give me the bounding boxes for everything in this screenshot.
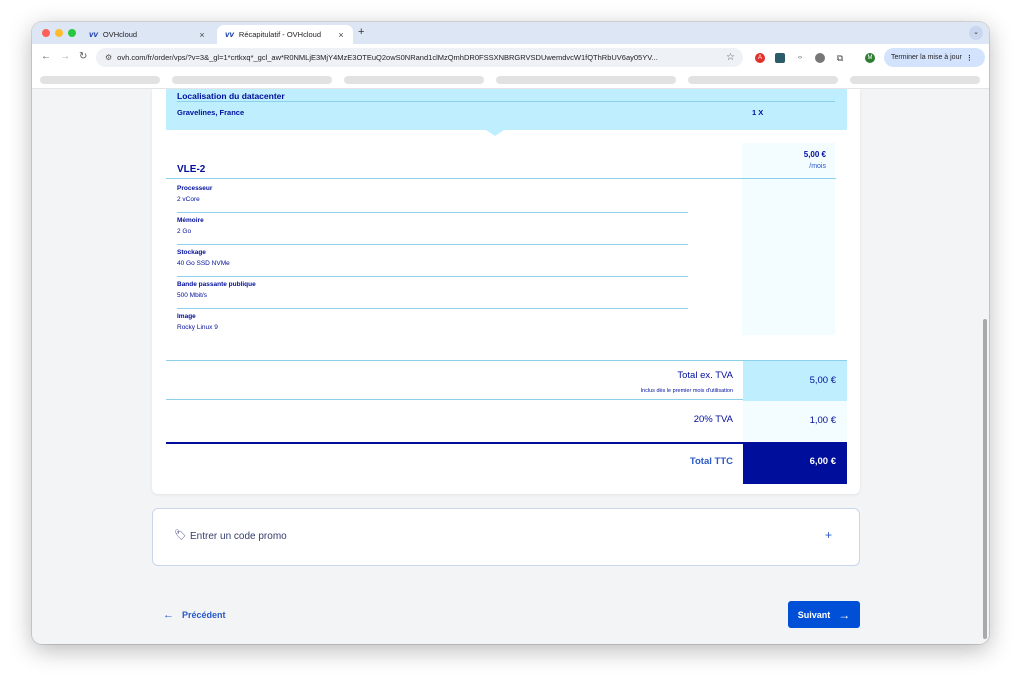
- next-button[interactable]: Suivant →: [788, 601, 860, 628]
- plan-period: /mois: [809, 163, 826, 170]
- total-ttc-value: 6,00 €: [809, 456, 836, 467]
- bookmarks-bar: [32, 71, 989, 89]
- total-ttc-label: Total TTC: [689, 456, 733, 467]
- page-scrollbar[interactable]: [981, 89, 989, 644]
- reload-icon[interactable]: ↻: [79, 51, 87, 62]
- bookmark-item[interactable]: [688, 76, 838, 84]
- total-ex-vat-cell: 5,00 €: [743, 361, 847, 401]
- datacenter-label: Localisation du datacenter: [177, 91, 285, 101]
- tab-recapitulatif[interactable]: vv Récapitulatif - OVHcloud ×: [217, 25, 353, 44]
- browser-window: vv OVHcloud × vv Récapitulatif - OVHclou…: [32, 22, 989, 644]
- section-caret: [486, 130, 504, 136]
- minimize-window-button[interactable]: [55, 29, 63, 37]
- ovhcloud-logo-icon: vv: [225, 30, 234, 39]
- total-ex-vat-label: Total ex. TVA: [677, 370, 733, 381]
- vat-row: 20% TVA 1,00 €: [166, 401, 847, 441]
- browser-toolbar: ← → ↻ ⚙ ovh.com/fr/order/vps/?v=3&_gl=1*…: [32, 44, 989, 71]
- vat-value: 1,00 €: [809, 415, 836, 426]
- profile-avatar[interactable]: M: [865, 53, 875, 63]
- scrollbar-thumb[interactable]: [983, 319, 987, 639]
- tab-title: OVHcloud: [102, 30, 138, 39]
- spec-label: Stockage: [177, 249, 206, 256]
- bookmark-item[interactable]: [496, 76, 676, 84]
- update-label: Terminer la mise à jour: [891, 54, 962, 61]
- previous-label: Précédent: [182, 610, 226, 620]
- update-browser-button[interactable]: Terminer la mise à jour ⋮: [884, 48, 985, 67]
- spec-row-memory: Mémoire 2 Go: [177, 213, 688, 245]
- close-tab-icon[interactable]: ×: [335, 30, 347, 40]
- total-ex-vat-row: Total ex. TVA Inclus dès le premier mois…: [166, 360, 847, 401]
- datacenter-section: Localisation du datacenter Gravelines, F…: [166, 89, 847, 130]
- spec-row-bandwidth: Bande passante publique 500 Mbit/s: [177, 277, 688, 309]
- spec-value: 2 Go: [177, 228, 192, 235]
- total-ex-vat-value: 5,00 €: [809, 375, 836, 386]
- extension-icon[interactable]: [775, 53, 785, 63]
- arrow-right-icon: →: [838, 607, 851, 622]
- close-tab-icon[interactable]: ×: [196, 30, 208, 40]
- spec-row-processor: Processeur 2 vCore: [177, 181, 688, 213]
- bookmark-item[interactable]: [850, 76, 980, 84]
- price-column: 5,00 € /mois: [742, 143, 835, 335]
- url-text: ovh.com/fr/order/vps/?v=3&_gl=1*crtkxq*_…: [117, 53, 658, 62]
- site-info-icon[interactable]: ⚙: [105, 53, 112, 62]
- plan-name: VLE-2: [177, 164, 206, 175]
- extension-icon[interactable]: [815, 53, 825, 63]
- vat-cell: 1,00 €: [743, 401, 847, 441]
- spec-value: 40 Go SSD NVMe: [177, 260, 230, 267]
- vat-label: 20% TVA: [693, 414, 733, 425]
- tab-search-icon[interactable]: ⌄: [969, 26, 983, 40]
- spec-label: Processeur: [177, 185, 213, 192]
- more-menu-icon[interactable]: ⋮: [966, 54, 973, 62]
- spec-row-image: Image Rocky Linux 9: [177, 309, 688, 341]
- address-bar[interactable]: ⚙ ovh.com/fr/order/vps/?v=3&_gl=1*crtkxq…: [96, 48, 743, 67]
- spec-label: Bande passante publique: [177, 281, 256, 288]
- datacenter-value: Gravelines, France: [177, 108, 245, 117]
- back-arrow-icon[interactable]: ←: [41, 51, 51, 62]
- spec-row-storage: Stockage 40 Go SSD NVMe: [177, 245, 688, 277]
- extension-icon[interactable]: ‹›: [795, 53, 805, 63]
- divider: [166, 178, 836, 179]
- promo-code-panel[interactable]: 🏷 Entrer un code promo +: [152, 508, 860, 566]
- bookmark-item[interactable]: [40, 76, 160, 84]
- close-window-button[interactable]: [42, 29, 50, 37]
- zoom-window-button[interactable]: [68, 29, 76, 37]
- bookmark-item[interactable]: [344, 76, 484, 84]
- forward-arrow-icon[interactable]: →: [60, 51, 70, 62]
- ovhcloud-logo-icon: vv: [89, 30, 98, 39]
- divider: [177, 101, 835, 102]
- new-tab-button[interactable]: +: [358, 26, 364, 38]
- plan-price: 5,00 €: [803, 150, 826, 159]
- spec-value: 2 vCore: [177, 196, 200, 203]
- tab-ovhcloud[interactable]: vv OVHcloud ×: [81, 25, 214, 44]
- spec-value: Rocky Linux 9: [177, 324, 218, 331]
- total-ttc-row: Total TTC 6,00 €: [166, 442, 847, 484]
- bookmark-star-icon[interactable]: ☆: [726, 52, 735, 63]
- spec-label: Mémoire: [177, 217, 204, 224]
- previous-button[interactable]: ← Précédent: [163, 609, 226, 621]
- total-ttc-cell: 6,00 €: [743, 442, 847, 484]
- tag-icon: 🏷: [174, 530, 187, 541]
- bookmark-item[interactable]: [172, 76, 332, 84]
- tab-title: Récapitulatif - OVHcloud: [238, 30, 322, 39]
- order-summary-card: Localisation du datacenter Gravelines, F…: [152, 89, 860, 494]
- extensions-puzzle-icon[interactable]: ⧉: [835, 53, 845, 63]
- spec-value: 500 Mbit/s: [177, 292, 207, 299]
- plus-icon[interactable]: +: [825, 528, 832, 542]
- adblock-extension-icon[interactable]: A: [755, 53, 765, 63]
- quantity-value: 1 X: [752, 108, 764, 117]
- tab-strip: vv OVHcloud × vv Récapitulatif - OVHclou…: [32, 22, 989, 44]
- spec-label: Image: [177, 313, 196, 320]
- promo-code-label: Entrer un code promo: [190, 531, 287, 542]
- arrow-left-icon: ←: [163, 609, 174, 621]
- page-viewport: Localisation du datacenter Gravelines, F…: [32, 89, 989, 644]
- next-label: Suivant: [797, 609, 831, 620]
- total-ex-vat-note: Inclus dès le premier mois d'utilisation: [640, 388, 733, 394]
